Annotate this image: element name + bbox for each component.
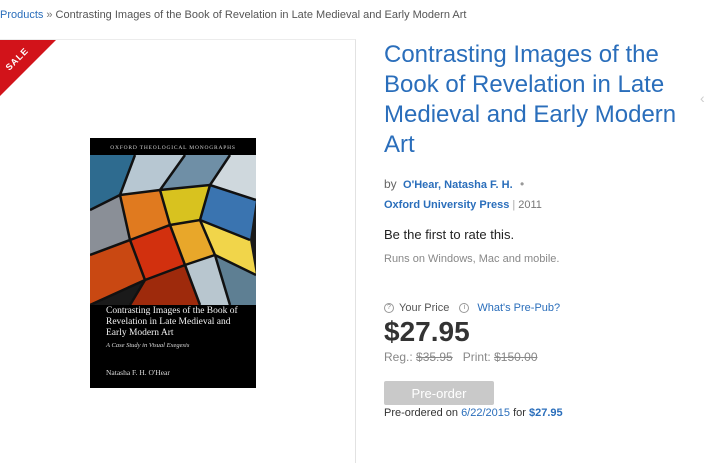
byline-bullet: • — [519, 177, 525, 191]
publisher-line: Oxford University Press | 2011 — [384, 199, 694, 211]
book-cover-image[interactable]: OXFORD THEOLOGICAL MONOGRAPHS Contrastin… — [90, 138, 256, 388]
publication-year: 2011 — [518, 199, 542, 211]
info-circle-icon[interactable]: ? — [384, 303, 394, 313]
breadcrumb-separator: » — [46, 9, 53, 21]
preordered-date-link[interactable]: 6/22/2015 — [461, 407, 510, 419]
regular-price-label: Reg.: — [384, 350, 413, 364]
product-details: Contrasting Images of the Book of Revela… — [384, 40, 694, 419]
info-circle-icon[interactable]: i — [459, 303, 470, 313]
preorder-button[interactable]: Pre-order — [384, 381, 494, 405]
print-price-label: Print: — [462, 350, 491, 364]
publisher-link[interactable]: Oxford University Press — [384, 199, 509, 211]
breadcrumb-products-link[interactable]: Products — [0, 9, 43, 21]
cover-subtitle: A Case Study in Visual Exegesis — [106, 342, 190, 349]
author-link[interactable]: O'Hear, Natasha F. H. — [403, 179, 513, 191]
cover-series: OXFORD THEOLOGICAL MONOGRAPHS — [110, 145, 236, 151]
preordered-amount: $27.95 — [528, 407, 563, 419]
cover-title: Contrasting Images of the Book of Revela… — [106, 306, 238, 338]
by-label: by — [384, 177, 397, 191]
product-title: Contrasting Images of the Book of Revela… — [384, 41, 677, 158]
preordered-prefix: Pre-ordered on — [384, 407, 458, 419]
price-label-row: ? Your Price i What's Pre-Pub? — [384, 302, 694, 314]
print-price: $150.00 — [494, 350, 538, 364]
preordered-note: Pre-ordered on 6/22/2015 for $27.95 — [384, 407, 694, 419]
your-price-label: Your Price — [399, 302, 450, 314]
publisher-divider: | — [512, 199, 516, 211]
price-comparison: Reg.: $35.95 Print: $150.00 — [384, 350, 694, 364]
chevron-left-icon[interactable]: ‹ — [700, 90, 705, 106]
breadcrumb: Products» Contrasting Images of the Book … — [0, 9, 466, 21]
current-price: $27.95 — [384, 316, 470, 347]
platforms-note: Runs on Windows, Mac and mobile. — [384, 253, 560, 265]
preordered-for: for — [513, 407, 526, 419]
cover-author: Natasha F. H. O'Hear — [106, 368, 170, 377]
breadcrumb-current: Contrasting Images of the Book of Revela… — [55, 9, 467, 21]
stained-glass-artwork — [90, 155, 256, 305]
product-image-panel: SALE OXFORD THEOLOGICAL MONOGRAPHS Contr… — [0, 39, 356, 463]
rating-prompt[interactable]: Be the first to rate this. — [384, 227, 694, 242]
regular-price: $35.95 — [416, 350, 453, 364]
byline: by O'Hear, Natasha F. H. • — [384, 177, 694, 191]
whats-prepub-link[interactable]: What's Pre-Pub? — [477, 302, 560, 314]
